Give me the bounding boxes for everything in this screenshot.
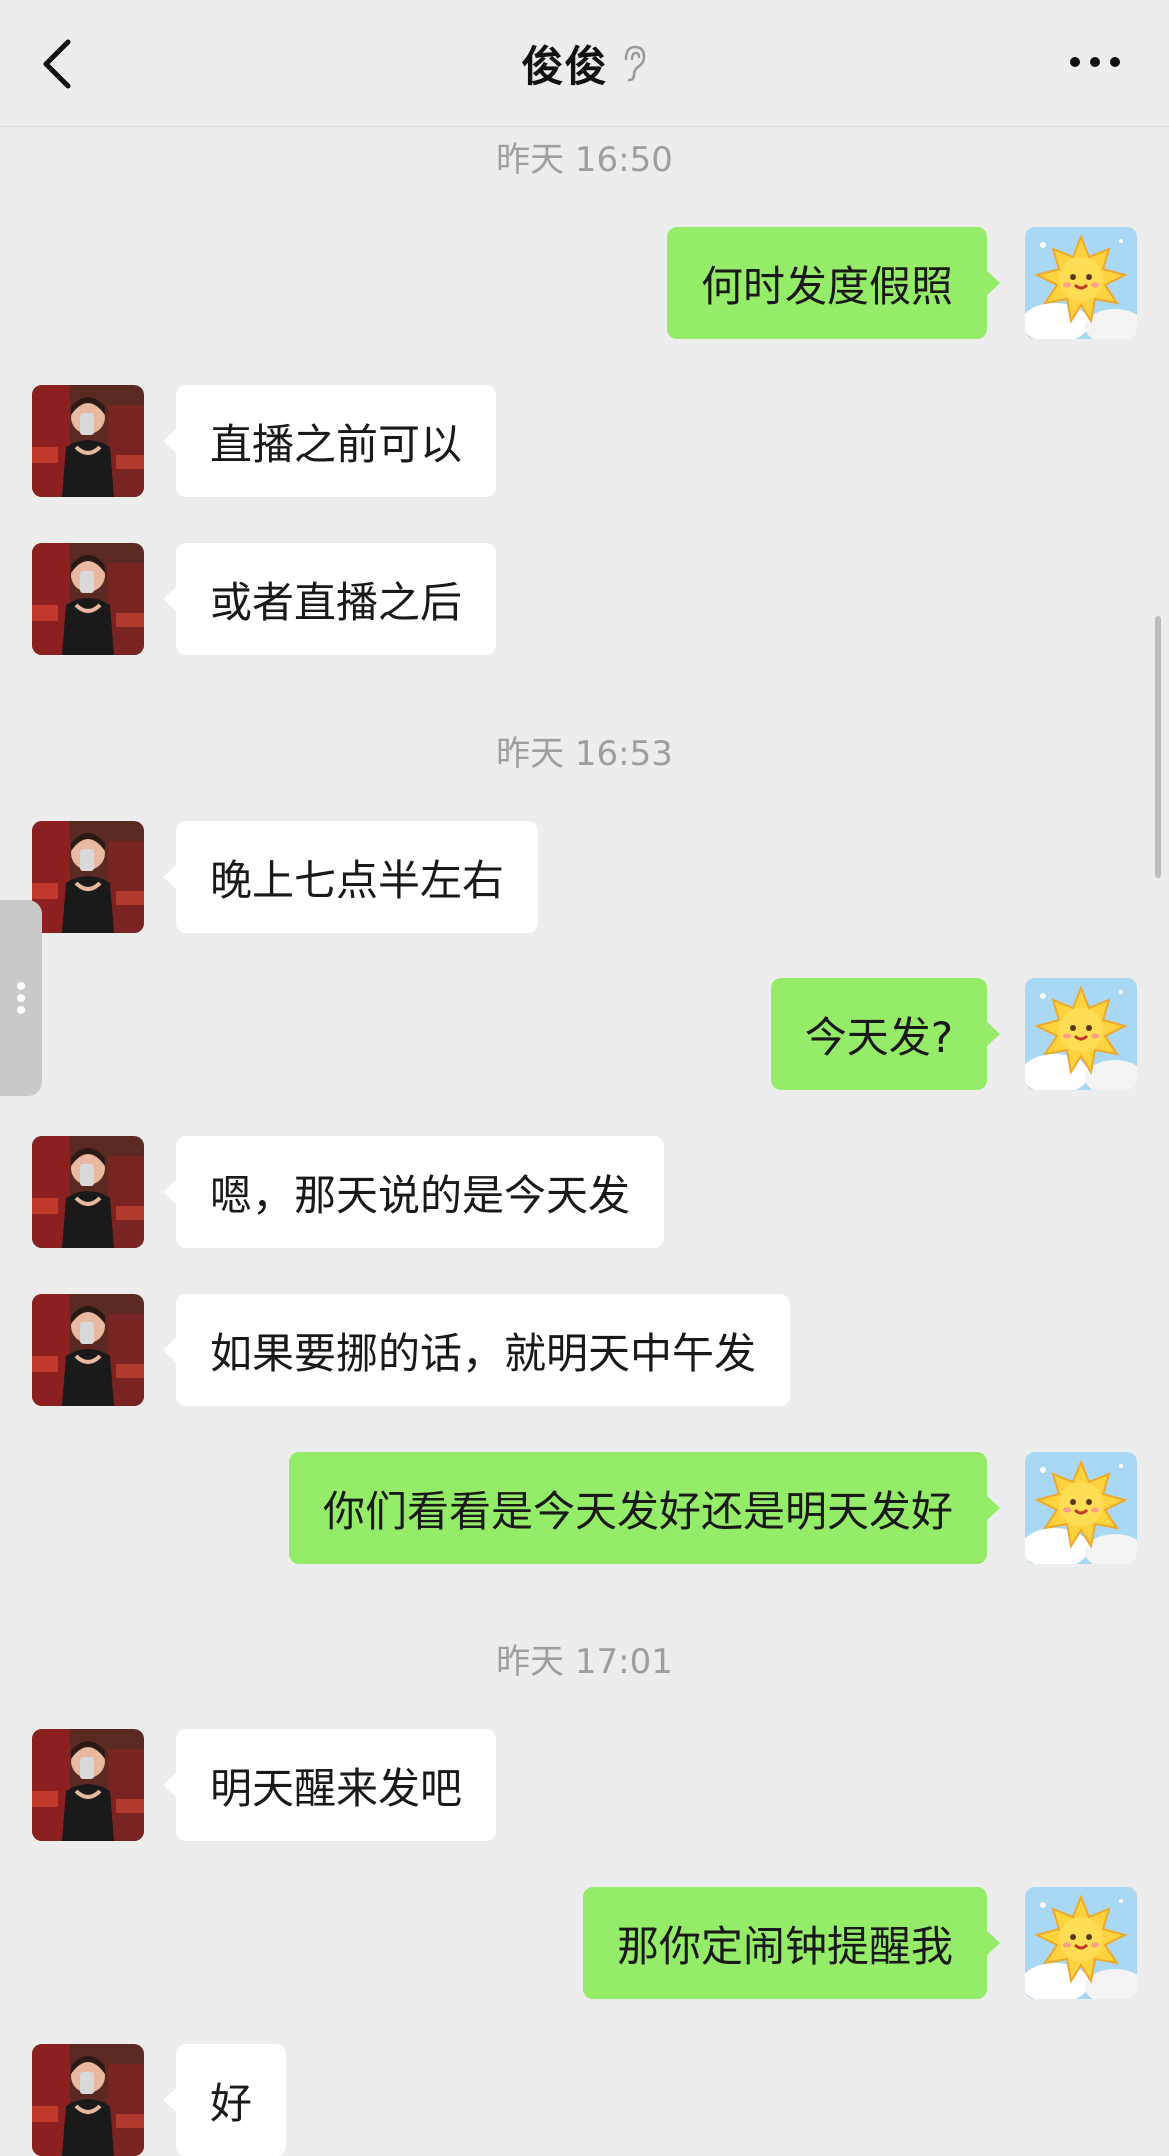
message-bubble-incoming[interactable]: 好	[162, 2044, 287, 2156]
handle-dot	[17, 1006, 25, 1014]
message-bubble-incoming[interactable]: 或者直播之后	[162, 543, 497, 655]
side-drawer-handle[interactable]	[0, 900, 42, 1096]
message-bubble-incoming[interactable]: 晚上七点半左右	[162, 821, 539, 933]
message-list[interactable]: 昨天 16:50 何时发度假照 直播之前可以 或者直播之后 昨天 16:53 晚…	[0, 126, 1169, 2156]
contact-avatar[interactable]	[32, 1294, 144, 1406]
my-avatar[interactable]	[1025, 1887, 1137, 1999]
more-dots-icon[interactable]	[1067, 52, 1123, 72]
contact-avatar[interactable]	[32, 821, 144, 933]
my-avatar[interactable]	[1025, 978, 1137, 1090]
contact-avatar[interactable]	[32, 543, 144, 655]
my-avatar[interactable]	[1025, 227, 1137, 339]
title-group: 俊俊	[0, 0, 1169, 126]
contact-avatar[interactable]	[32, 2044, 144, 2156]
contact-avatar[interactable]	[32, 385, 144, 497]
chat-title: 俊俊	[521, 41, 608, 91]
message-bubble-incoming[interactable]: 直播之前可以	[162, 385, 497, 497]
message-bubble-outgoing[interactable]: 今天发?	[770, 978, 1001, 1090]
timestamp: 昨天 17:01	[496, 1642, 673, 1682]
my-avatar[interactable]	[1025, 1452, 1137, 1564]
timestamp: 昨天 16:50	[496, 140, 673, 180]
message-bubble-incoming[interactable]: 明天醒来发吧	[162, 1729, 497, 1841]
message-bubble-outgoing[interactable]: 那你定闹钟提醒我	[582, 1887, 1001, 1999]
message-bubble-outgoing[interactable]: 何时发度假照	[666, 227, 1001, 339]
handle-dot	[17, 982, 25, 990]
ear-icon	[624, 45, 645, 82]
contact-avatar[interactable]	[32, 1136, 144, 1248]
timestamp: 昨天 16:53	[496, 734, 673, 774]
chat-header: 俊俊	[0, 0, 1169, 127]
contact-avatar[interactable]	[32, 1729, 144, 1841]
scrollbar[interactable]	[1155, 616, 1161, 878]
message-bubble-incoming[interactable]: 如果要挪的话，就明天中午发	[162, 1294, 791, 1406]
message-bubble-incoming[interactable]: 嗯，那天说的是今天发	[162, 1136, 665, 1248]
handle-dot	[17, 994, 25, 1002]
message-bubble-outgoing[interactable]: 你们看看是今天发好还是明天发好	[288, 1452, 1001, 1564]
